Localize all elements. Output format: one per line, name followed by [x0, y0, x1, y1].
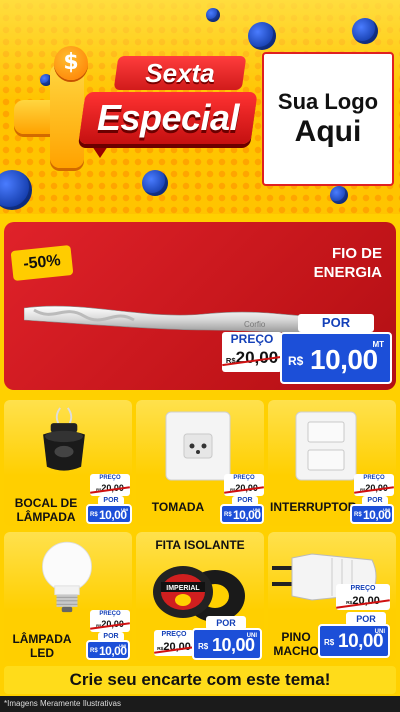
product-card-tomada[interactable]: TOMADA PREÇO R$20,00 POR R$ 10,00 UNI	[136, 400, 264, 526]
product-price-tag: PREÇO R$20,00 POR R$ 10,00 UNI	[154, 616, 262, 660]
blue-coin-icon	[206, 8, 220, 22]
logo-line2: Aqui	[294, 115, 362, 148]
por-label: POR	[298, 314, 374, 332]
dollar-coin-icon: $	[54, 46, 88, 80]
product-card-interruptor[interactable]: INTERRUPTOR PREÇO R$20,00 POR R$ 10,00 U…	[268, 400, 396, 526]
ribbon-sexta-text: Sexta	[145, 58, 215, 88]
new-price-box: R$ 10,00 MT	[280, 332, 392, 384]
led-bulb-image	[42, 541, 92, 613]
feature-title: FIO DE ENERGIA	[313, 245, 382, 281]
lamp-socket-image	[43, 407, 85, 471]
product-price-tag: PREÇO R$20,00 POR R$ 10,00 UNI	[350, 474, 394, 524]
product-price-tag: PREÇO R$20,00 POR R$ 10,00 UNI	[220, 474, 264, 524]
product-price-tag: PREÇO R$20,00 POR R$ 10,00 UNI	[86, 474, 132, 524]
product-name: TOMADA	[151, 500, 205, 514]
header-banner: $ Sexta Especial Sua Logo Aqui	[0, 0, 400, 214]
cta-banner[interactable]: Crie seu encarte com este tema!	[4, 666, 396, 694]
product-name: LÂMPADA LED	[12, 632, 72, 660]
discount-badge: -50%	[10, 244, 74, 282]
ribbon-sexta: Sexta	[113, 56, 247, 90]
unit-label: MT	[372, 340, 384, 349]
product-name: PINO MACHO	[273, 630, 319, 658]
main-area: -50% FIO DE ENERGIA Corfio PREÇO R$20,00…	[0, 214, 400, 696]
ribbon-especial: Especial	[78, 92, 258, 144]
blue-coin-icon	[352, 18, 378, 44]
product-price-tag: PREÇO R$20,00 POR R$ 10,00 UNI	[316, 584, 392, 660]
product-price-tag: PREÇO R$20,00 POR R$ 10,00 UNI	[86, 610, 130, 660]
tape-brand: IMPERIAL	[166, 585, 200, 592]
product-card-pino[interactable]: PINO MACHO PREÇO R$20,00 POR R$ 10,00 UN…	[268, 532, 396, 662]
blue-coin-icon	[330, 186, 348, 204]
ribbon-especial-text: Especial	[96, 97, 240, 138]
product-card-bocal[interactable]: BOCAL DE LÂMPADA PREÇO R$20,00 POR R$ 10…	[4, 400, 132, 526]
product-card-lampada[interactable]: LÂMPADA LED PREÇO R$20,00 POR R$ 10,00 U…	[4, 532, 132, 662]
price-value: 10,00	[310, 344, 378, 375]
product-name: BOCAL DE LÂMPADA	[14, 496, 78, 524]
product-card-fita[interactable]: FITA ISOLANTE IMPERIAL PREÇO R$20,00 POR…	[136, 532, 264, 662]
sexta-especial-badge: $ Sexta Especial	[8, 40, 258, 190]
feature-price-tag: PREÇO R$20,00 R$ 10,00 MT POR	[218, 310, 392, 386]
old-price-value: R$20,00	[222, 347, 282, 372]
feature-card[interactable]: -50% FIO DE ENERGIA Corfio PREÇO R$20,00…	[4, 222, 396, 390]
logo-placeholder[interactable]: Sua Logo Aqui	[262, 52, 394, 186]
product-name: INTERRUPTOR	[270, 500, 357, 514]
logo-line1: Sua Logo	[277, 89, 379, 114]
product-name: FITA ISOLANTE	[155, 538, 245, 552]
disclaimer-footer: *Imagens Meramente Ilustrativas	[0, 696, 400, 712]
currency: R$	[288, 354, 304, 368]
old-price-label: PREÇO	[230, 332, 274, 346]
